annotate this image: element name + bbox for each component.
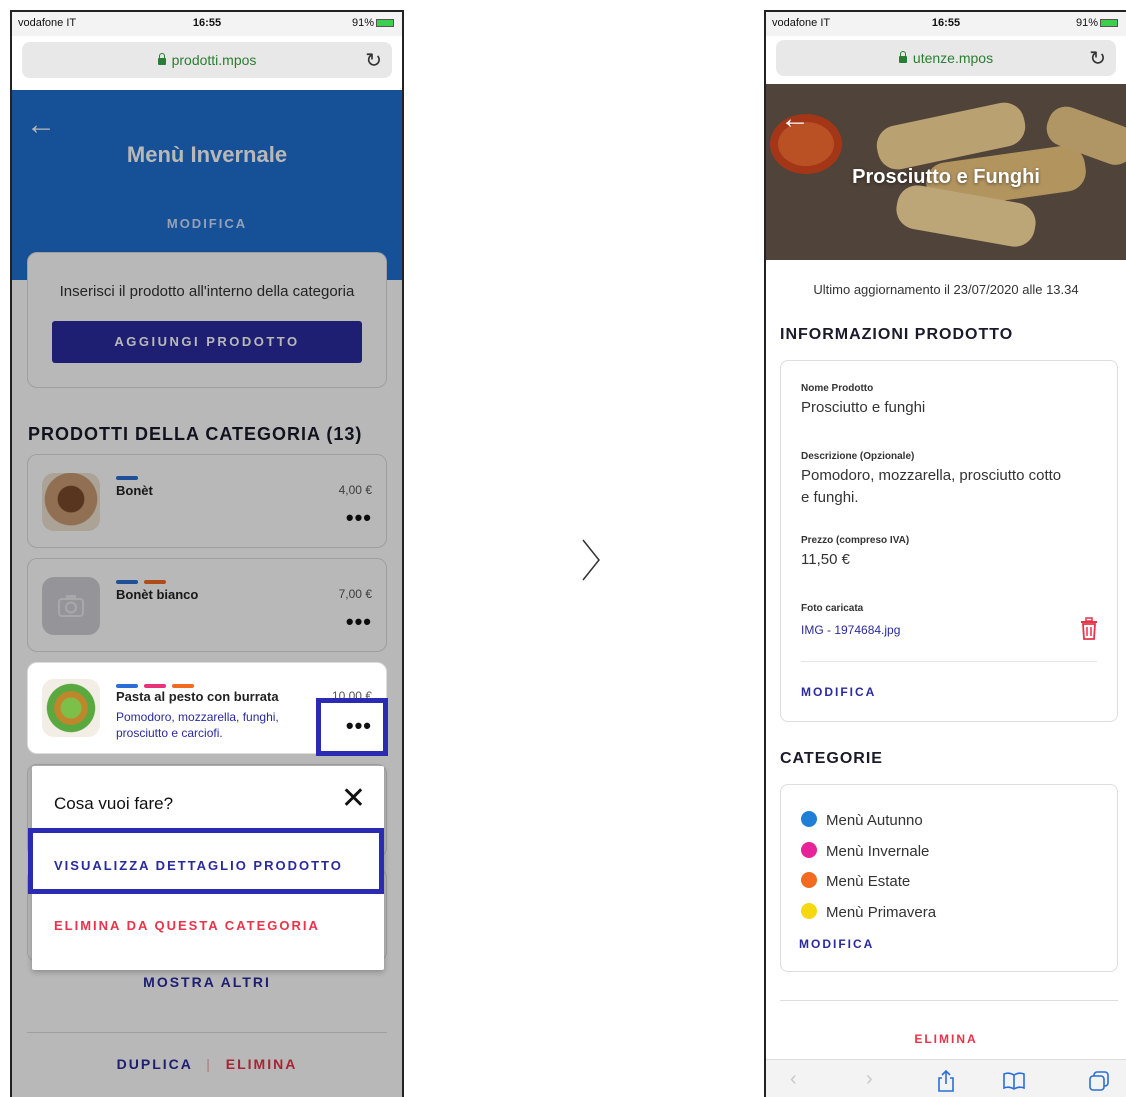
reload-icon[interactable]: ↻ — [1089, 46, 1106, 71]
category-tag — [116, 684, 138, 688]
address-text: utenze.mpos — [776, 50, 1116, 66]
status-time: 16:55 — [931, 17, 961, 29]
address-bar[interactable]: prodotti.mpos ↻ — [22, 42, 392, 78]
url-label: utenze.mpos — [912, 50, 994, 66]
category-label: Menù Autunno — [826, 812, 923, 829]
trash-icon[interactable] — [1079, 617, 1099, 641]
lock-icon — [157, 53, 166, 65]
page-title: Prosciutto e Funghi — [852, 166, 1040, 188]
battery-indicator: 91% — [1076, 17, 1118, 29]
divider — [801, 661, 1097, 662]
last-updated-text: Ultimo aggiornamento il 23/07/2020 alle … — [813, 282, 1079, 297]
category-label: Menù Primavera — [826, 904, 937, 921]
highlight-box-more-button — [316, 698, 388, 756]
status-time: 16:55 — [192, 17, 222, 29]
categories-title: CATEGORIE — [780, 750, 883, 767]
category-item-invernale: Menù Invernale — [801, 842, 929, 860]
url-label: prodotti.mpos — [171, 52, 257, 68]
category-item-autunno: Menù Autunno — [801, 811, 923, 829]
name-value: Prosciutto e funghi — [801, 399, 926, 416]
highlight-box-view-detail — [28, 828, 384, 894]
address-bar[interactable]: utenze.mpos ↻ — [776, 40, 1116, 76]
close-icon[interactable]: ✕ — [341, 784, 366, 814]
category-item-primavera: Menù Primavera — [801, 903, 936, 921]
share-icon[interactable] — [936, 1070, 956, 1092]
back-arrow-icon[interactable]: ← — [780, 104, 810, 134]
price-value: 11,50 € — [801, 551, 850, 568]
delete-product-button[interactable]: ELIMINA — [766, 1032, 1126, 1046]
product-image — [42, 679, 100, 737]
tabs-icon[interactable] — [1088, 1070, 1110, 1092]
product-description: Pomodoro, mozzarella, funghi, prosciutto… — [116, 710, 279, 740]
right-phone-screen: vodafone IT 16:55 91% utenze.mpos ↻ ← Pr… — [764, 10, 1126, 1097]
divider — [780, 1000, 1118, 1001]
battery-icon — [376, 19, 394, 28]
category-label: Menù Estate — [826, 873, 911, 890]
address-text: prodotti.mpos — [22, 52, 392, 68]
back-nav-icon[interactable]: ‹ — [790, 1068, 797, 1091]
reload-icon[interactable]: ↻ — [365, 48, 382, 73]
battery-percent: 91% — [1075, 17, 1098, 29]
left-phone-screen: vodafone IT 16:55 91% prodotti.mpos ↻ ← … — [10, 10, 404, 1097]
category-item-estate: Menù Estate — [801, 872, 910, 890]
battery-icon — [1100, 19, 1118, 28]
product-name: Pasta al pesto con burrata — [116, 689, 279, 704]
description-value: Pomodoro, mozzarella, prosciutto cotto e… — [801, 467, 1062, 506]
categories-card: Menù Autunno Menù Invernale Menù Estate … — [780, 784, 1118, 972]
category-color-dot — [801, 811, 817, 827]
chevron-right-icon — [582, 539, 600, 581]
photo-file-link[interactable]: IMG - 1974684.jpg — [801, 623, 900, 637]
description-label: Descrizione (Opzionale) — [801, 451, 915, 462]
remove-from-category-option[interactable]: ELIMINA DA QUESTA CATEGORIA — [54, 918, 320, 933]
browser-toolbar: ‹ › — [766, 1059, 1126, 1097]
bookmarks-icon[interactable] — [1002, 1072, 1026, 1090]
name-label: Nome Prodotto — [801, 383, 874, 394]
category-color-dot — [801, 842, 817, 858]
product-info-title: INFORMAZIONI PRODOTTO — [780, 326, 1014, 343]
battery-percent: 91% — [351, 17, 374, 29]
lock-icon — [898, 51, 907, 63]
status-bar: vodafone IT 16:55 91% — [12, 12, 402, 36]
category-color-dot — [801, 872, 817, 888]
status-bar: vodafone IT 16:55 91% — [766, 12, 1126, 36]
category-tag — [144, 684, 166, 688]
category-tag — [172, 684, 194, 688]
product-info-card: Nome Prodotto Prosciutto e funghi Descri… — [780, 360, 1118, 722]
photo-label: Foto caricata — [801, 603, 864, 614]
product-hero-image: ← Prosciutto e Funghi — [766, 84, 1126, 260]
battery-indicator: 91% — [352, 17, 394, 29]
price-label: Prezzo (compreso IVA) — [801, 535, 910, 546]
category-label: Menù Invernale — [826, 843, 930, 860]
sheet-title: Cosa vuoi fare? — [54, 794, 174, 813]
edit-categories-button[interactable]: MODIFICA — [799, 937, 874, 951]
edit-product-button[interactable]: MODIFICA — [801, 685, 876, 699]
forward-nav-icon[interactable]: › — [866, 1068, 873, 1091]
category-color-dot — [801, 903, 817, 919]
